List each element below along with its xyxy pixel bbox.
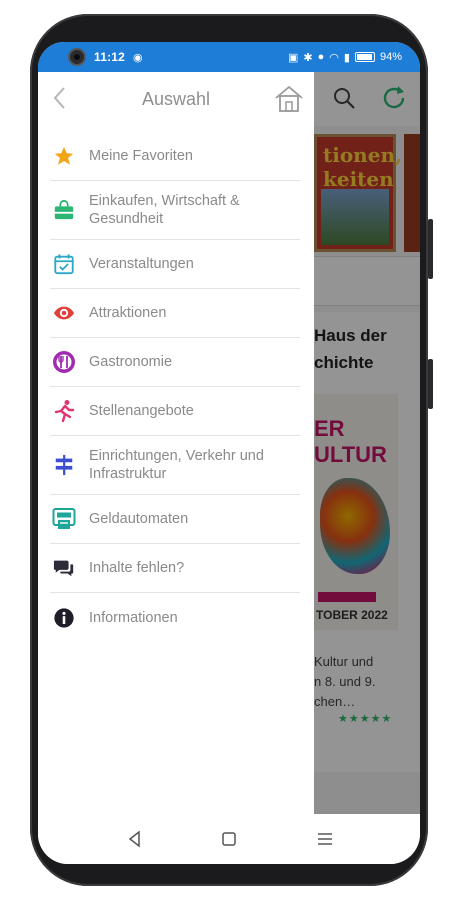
menu-item-label: Einrichtungen, Verkehr und Infrastruktur	[89, 448, 264, 482]
menu-item-informationen[interactable]: Informationen	[50, 593, 300, 642]
menu-item-label: Einkaufen, Wirtschaft & Gesundheit	[89, 193, 240, 227]
home-icon[interactable]	[274, 84, 304, 114]
menu-item-label: Attraktionen	[89, 305, 167, 321]
menu-item-label: Informationen	[89, 609, 178, 626]
location-icon: ●	[317, 51, 325, 63]
menu-item-label: Inhalte fehlen?	[89, 560, 185, 576]
system-navigation-bar	[38, 814, 420, 864]
shopping-bag-icon	[52, 198, 76, 222]
eye-icon	[52, 301, 76, 325]
menu-item-label: Geldautomaten	[89, 511, 189, 527]
front-camera	[68, 48, 86, 66]
menu-item-einkaufen[interactable]: Einkaufen, Wirtschaft & Gesundheit	[50, 181, 300, 240]
navigation-drawer: Auswahl Meine Favoriten Einkaufen, Wirts…	[38, 72, 314, 814]
notification-icon: ◉	[133, 51, 143, 64]
menu-item-geldautomaten[interactable]: Geldautomaten	[50, 495, 300, 544]
nfc-icon: ▣	[288, 51, 299, 64]
menu-item-gastronomie[interactable]: Gastronomie	[50, 338, 300, 387]
menu-item-label: Veranstaltungen	[89, 256, 194, 272]
calendar-check-icon	[52, 252, 76, 276]
signpost-icon	[52, 453, 76, 477]
home-square-icon[interactable]	[218, 828, 240, 850]
drawer-header: Auswahl	[38, 72, 314, 126]
volume-button	[428, 219, 433, 279]
restaurant-icon	[52, 350, 76, 374]
power-button	[428, 359, 433, 409]
info-icon	[52, 606, 76, 630]
status-time: 11:12	[94, 50, 126, 64]
runner-icon	[52, 399, 76, 423]
menu-item-einrichtungen[interactable]: Einrichtungen, Verkehr und Infrastruktur	[50, 436, 300, 495]
drawer-title: Auswahl	[141, 89, 211, 109]
status-bar: 11:12 ◉ ▣ ✱ ● ◠ ▮ 94%	[38, 42, 420, 72]
screen: 11:12 ◉ ▣ ✱ ● ◠ ▮ 94% tionen, keiten Hau…	[38, 42, 420, 864]
wifi-icon: ◠	[329, 51, 339, 64]
back-triangle-icon[interactable]	[124, 828, 146, 850]
menu-item-stellenangebote[interactable]: Stellenangebote	[50, 387, 300, 436]
menu-item-label: Meine Favoriten	[89, 148, 193, 164]
signal-icon: ▮	[343, 51, 350, 64]
chat-bubbles-icon	[52, 556, 76, 580]
menu-item-attraktionen[interactable]: Attraktionen	[50, 289, 300, 338]
menu-item-favoriten[interactable]: Meine Favoriten	[50, 132, 300, 181]
menu-item-veranstaltungen[interactable]: Veranstaltungen	[50, 240, 300, 289]
menu-item-inhalte-fehlen[interactable]: Inhalte fehlen?	[50, 544, 300, 593]
menu-item-label: Stellenangebote	[89, 403, 194, 419]
menu-item-label: Gastronomie	[89, 354, 173, 370]
drawer-menu: Meine Favoriten Einkaufen, Wirtschaft & …	[50, 132, 300, 642]
battery-icon	[354, 52, 375, 62]
bluetooth-icon: ✱	[303, 51, 313, 64]
atm-icon	[52, 507, 76, 531]
recents-menu-icon[interactable]	[314, 828, 336, 850]
battery-level: 94%	[379, 51, 402, 63]
star-icon	[52, 144, 76, 168]
